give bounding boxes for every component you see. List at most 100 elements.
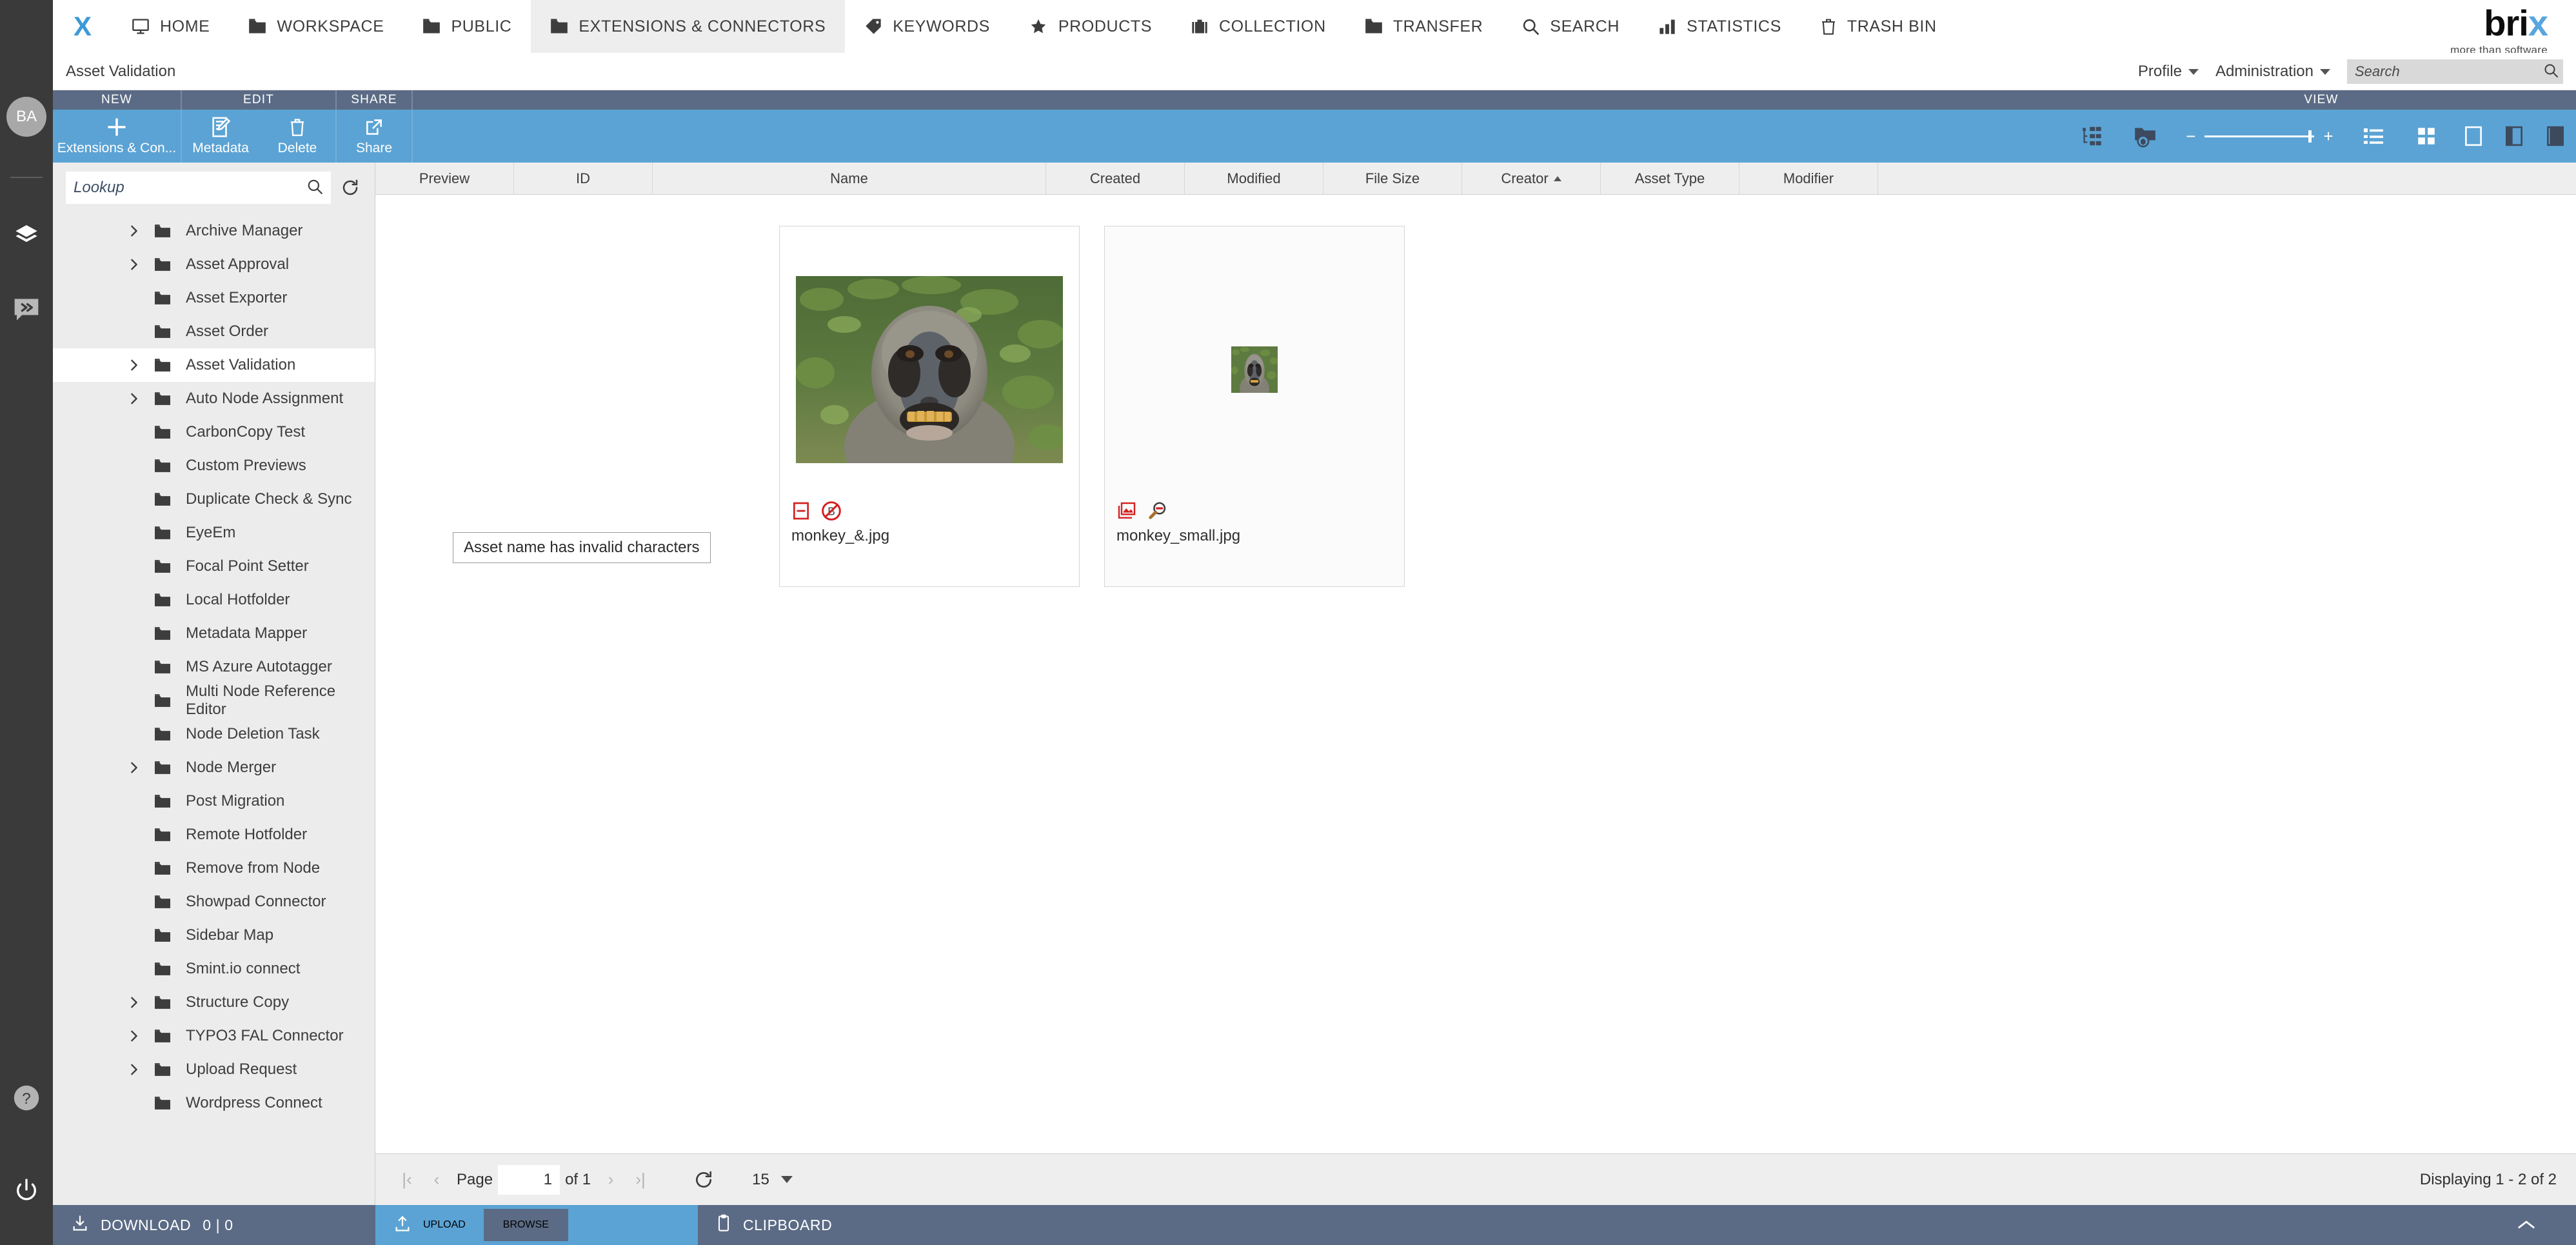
sidebar-item-duplicate-check-sync[interactable]: Duplicate Check & Sync [53, 483, 375, 516]
asset-filename[interactable]: monkey_small.jpg [1116, 527, 1392, 545]
browse-button[interactable]: BROWSE [483, 1209, 568, 1241]
asset-card[interactable]: monkey_small.jpg [1104, 226, 1405, 587]
nav-item-collection[interactable]: COLLECTION [1171, 0, 1345, 53]
nav-item-keywords[interactable]: KEYWORDS [845, 0, 1009, 53]
folder-view-icon[interactable] [2119, 124, 2172, 148]
breadcrumb[interactable]: Asset Validation [53, 63, 175, 81]
zoom-minus-label[interactable]: − [2186, 126, 2195, 146]
sidebar-item-asset-order[interactable]: Asset Order [53, 315, 375, 348]
ribbon-button-new-extensions[interactable]: Extensions & Con... [53, 110, 182, 163]
sidebar-item-eyeem[interactable]: EyeEm [53, 516, 375, 550]
lookup-field[interactable] [66, 172, 331, 204]
search-input[interactable] [2355, 63, 2543, 80]
layers-icon[interactable] [8, 217, 45, 253]
zoom-track[interactable] [2204, 130, 2315, 143]
panel-none-icon[interactable] [2453, 124, 2494, 148]
asset-thumbnail[interactable] [1105, 226, 1404, 497]
sidebar-item-typo3-fal-connector[interactable]: TYPO3 FAL Connector [53, 1019, 375, 1053]
nav-item-workspace[interactable]: WORKSPACE [229, 0, 403, 53]
sidebar-item-asset-approval[interactable]: Asset Approval [53, 248, 375, 281]
profile-menu[interactable]: Profile [2138, 63, 2199, 81]
sidebar-item-remove-from-node[interactable]: Remove from Node [53, 852, 375, 885]
sidebar-item-metadata-mapper[interactable]: Metadata Mapper [53, 617, 375, 650]
zoom-plus-label[interactable]: + [2323, 126, 2333, 146]
red-images-icon[interactable] [1116, 501, 1137, 524]
nav-item-statistics[interactable]: STATISTICS [1639, 0, 1801, 53]
column-header[interactable]: Modifier [1739, 163, 1878, 194]
red-square-minus-icon[interactable] [791, 501, 811, 524]
first-page-button[interactable]: |‹ [392, 1165, 422, 1195]
nav-item-extensions-connectors[interactable]: EXTENSIONS & CONNECTORS [531, 0, 846, 53]
column-header[interactable]: Asset Type [1601, 163, 1739, 194]
prev-page-button[interactable]: ‹ [422, 1165, 451, 1195]
sidebar-item-remote-hotfolder[interactable]: Remote Hotfolder [53, 818, 375, 852]
brand-x-icon[interactable]: X [53, 0, 112, 53]
chevron-right-icon[interactable] [128, 223, 141, 239]
ribbon-button-share[interactable]: Share [337, 110, 413, 163]
sidebar-item-asset-validation[interactable]: Asset Validation [53, 348, 375, 382]
search-icon[interactable] [2543, 63, 2559, 81]
column-header[interactable]: Preview [375, 163, 514, 194]
column-header[interactable]: Name [653, 163, 1046, 194]
sidebar-item-node-deletion-task[interactable]: Node Deletion Task [53, 717, 375, 751]
ribbon-button-delete[interactable]: Delete [259, 110, 337, 163]
column-header[interactable]: Creator [1462, 163, 1601, 194]
power-icon[interactable] [8, 1171, 45, 1208]
column-header[interactable]: File Size [1323, 163, 1462, 194]
grid-view-icon[interactable] [2400, 125, 2453, 147]
chat-bubble-icon[interactable] [8, 292, 45, 328]
sidebar-item-sidebar-map[interactable]: Sidebar Map [53, 919, 375, 952]
sidebar-item-showpad-connector[interactable]: Showpad Connector [53, 885, 375, 919]
chevron-right-icon[interactable] [128, 995, 141, 1010]
chevron-up-icon[interactable] [2517, 1219, 2536, 1231]
ribbon-button-metadata[interactable]: Metadata [182, 110, 259, 163]
search-icon[interactable] [306, 178, 323, 198]
column-header[interactable]: Modified [1185, 163, 1323, 194]
administration-menu[interactable]: Administration [2215, 63, 2330, 81]
sidebar-item-auto-node-assignment[interactable]: Auto Node Assignment [53, 382, 375, 415]
sidebar-item-wordpress-connect[interactable]: Wordpress Connect [53, 1086, 375, 1120]
chevron-right-icon[interactable] [128, 357, 141, 373]
refresh-icon[interactable] [685, 1165, 722, 1195]
upload-button[interactable]: UPLOAD [375, 1215, 484, 1236]
upload-section[interactable]: UPLOAD BROWSE [375, 1205, 698, 1245]
sidebar-item-ms-azure-autotagger[interactable]: MS Azure Autotagger [53, 650, 375, 684]
chevron-right-icon[interactable] [128, 1062, 141, 1077]
sidebar-item-node-merger[interactable]: Node Merger [53, 751, 375, 784]
asset-thumbnail[interactable] [780, 226, 1079, 497]
sidebar-item-custom-previews[interactable]: Custom Previews [53, 449, 375, 483]
zoom-slider[interactable]: − + [2172, 126, 2347, 146]
sidebar-item-post-migration[interactable]: Post Migration [53, 784, 375, 818]
zoom-knob[interactable] [2308, 130, 2312, 143]
sidebar-item-asset-exporter[interactable]: Asset Exporter [53, 281, 375, 315]
lookup-input[interactable] [74, 179, 306, 197]
asset-card[interactable]: B monkey_&.jpg [779, 226, 1080, 587]
nav-item-trash-bin[interactable]: TRASH BIN [1801, 0, 1956, 53]
sidebar-item-local-hotfolder[interactable]: Local Hotfolder [53, 583, 375, 617]
column-header[interactable]: ID [514, 163, 653, 194]
asset-filename[interactable]: monkey_&.jpg [791, 527, 1067, 545]
column-header[interactable]: Created [1046, 163, 1185, 194]
sidebar-item-structure-copy[interactable]: Structure Copy [53, 986, 375, 1019]
chevron-right-icon[interactable] [128, 1028, 141, 1044]
magnifier-minus-icon[interactable] [1147, 501, 1168, 524]
sidebar-item-smint-io-connect[interactable]: Smint.io connect [53, 952, 375, 986]
help-icon[interactable]: ? [8, 1080, 45, 1116]
no-entry-icon[interactable]: B [821, 501, 842, 524]
download-section[interactable]: DOWNLOAD 0 | 0 [53, 1205, 375, 1245]
sidebar-item-carboncopy-test[interactable]: CarbonCopy Test [53, 415, 375, 449]
nav-item-public[interactable]: PUBLIC [403, 0, 531, 53]
panel-right-icon[interactable] [2535, 124, 2576, 148]
nav-item-search[interactable]: SEARCH [1502, 0, 1639, 53]
nav-item-home[interactable]: HOME [112, 0, 229, 53]
page-number-input[interactable] [498, 1164, 560, 1195]
chevron-right-icon[interactable] [128, 760, 141, 775]
sidebar-item-upload-request[interactable]: Upload Request [53, 1053, 375, 1086]
refresh-icon[interactable] [337, 175, 363, 201]
tree-columns-icon[interactable] [2066, 124, 2119, 148]
avatar[interactable]: BA [6, 97, 46, 137]
panel-left-icon[interactable] [2494, 124, 2535, 148]
nav-item-products[interactable]: PRODUCTS [1009, 0, 1171, 53]
chevron-right-icon[interactable] [128, 391, 141, 406]
nav-item-transfer[interactable]: TRANSFER [1345, 0, 1503, 53]
